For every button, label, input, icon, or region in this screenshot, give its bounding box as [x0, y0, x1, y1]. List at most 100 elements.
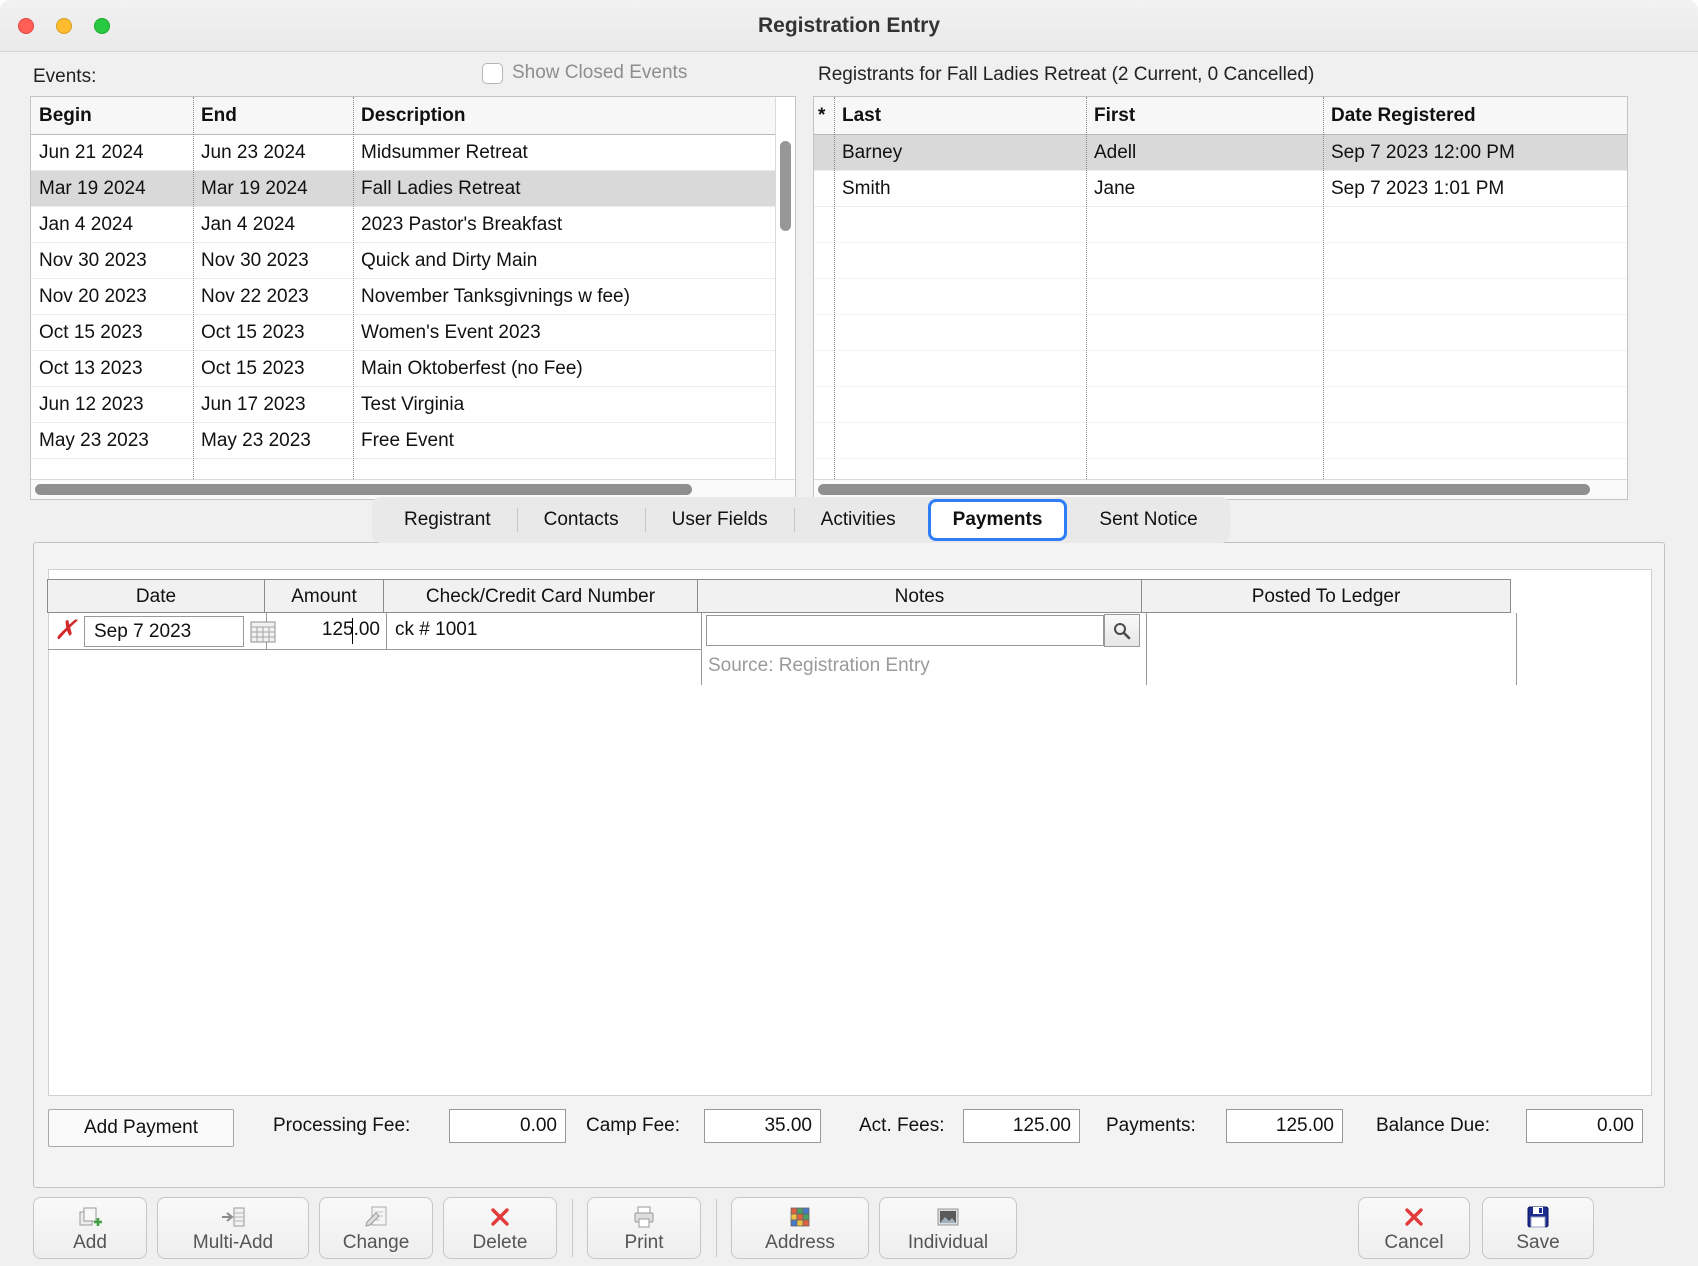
event-begin: Oct 13 2023	[31, 351, 193, 386]
tab-registrant[interactable]: Registrant	[378, 497, 517, 543]
event-row[interactable]: Nov 30 2023 Nov 30 2023 Quick and Dirty …	[31, 243, 795, 279]
registrant-first: Adell	[1086, 135, 1323, 170]
events-vertical-scrollbar[interactable]	[775, 97, 795, 479]
change-icon	[363, 1204, 389, 1230]
event-description: Free Event	[353, 423, 795, 458]
registrant-row-selected[interactable]: Barney Adell Sep 7 2023 12:00 PM	[814, 135, 1627, 171]
registrants-horizontal-scrollbar-thumb[interactable]	[818, 484, 1590, 495]
save-button[interactable]: Save	[1482, 1197, 1594, 1259]
event-row[interactable]: Oct 15 2023 Oct 15 2023 Women's Event 20…	[31, 315, 795, 351]
payments-col-check: Check/Credit Card Number	[383, 579, 698, 613]
details-panel: Date Amount Check/Credit Card Number Not…	[33, 542, 1665, 1188]
payment-check-number-input[interactable]: ck # 1001	[386, 613, 701, 649]
events-col-description[interactable]: Description	[353, 97, 795, 134]
empty-row	[814, 387, 1627, 423]
event-description: Fall Ladies Retreat	[353, 171, 795, 206]
change-button[interactable]: Change	[319, 1197, 433, 1259]
event-row[interactable]: Jun 12 2023 Jun 17 2023 Test Virginia	[31, 387, 795, 423]
registrants-horizontal-scrollbar[interactable]	[814, 479, 1627, 499]
events-vertical-scrollbar-thumb[interactable]	[780, 141, 791, 231]
traffic-lights	[18, 18, 110, 34]
events-col-end[interactable]: End	[193, 97, 353, 134]
event-row[interactable]: Oct 13 2023 Oct 15 2023 Main Oktoberfest…	[31, 351, 795, 387]
registrant-last: Barney	[834, 135, 1086, 170]
payments-col-amount: Amount	[264, 579, 384, 613]
notes-lookup-button[interactable]	[1104, 614, 1140, 647]
multi-add-button[interactable]: Multi-Add	[157, 1197, 309, 1259]
zoom-window-button[interactable]	[94, 18, 110, 34]
registrants-col-date-registered[interactable]: Date Registered	[1323, 97, 1627, 134]
empty-row	[814, 315, 1627, 351]
event-end: Jun 17 2023	[193, 387, 353, 422]
event-begin: Jun 12 2023	[31, 387, 193, 422]
event-end: Oct 15 2023	[193, 351, 353, 386]
registrants-table: * Last First Date Registered Barney Adel…	[813, 96, 1628, 500]
search-icon	[1112, 621, 1132, 641]
print-button[interactable]: Print	[587, 1197, 701, 1259]
events-horizontal-scrollbar[interactable]	[31, 479, 795, 499]
event-row[interactable]: Jun 21 2024 Jun 23 2024 Midsummer Retrea…	[31, 135, 795, 171]
show-closed-events-checkbox[interactable]	[482, 63, 503, 84]
payment-date-input[interactable]: Sep 7 2023	[84, 616, 244, 647]
event-row[interactable]: Jan 4 2024 Jan 4 2024 2023 Pastor's Brea…	[31, 207, 795, 243]
registrants-col-first[interactable]: First	[1086, 97, 1323, 134]
event-end: Mar 19 2024	[193, 171, 353, 206]
event-description: Test Virginia	[353, 387, 795, 422]
minimize-window-button[interactable]	[56, 18, 72, 34]
payment-amount-input[interactable]: 125.00	[266, 613, 386, 649]
event-row-selected[interactable]: Mar 19 2024 Mar 19 2024 Fall Ladies Retr…	[31, 171, 795, 207]
event-description: November Tanksgivnings w fee)	[353, 279, 795, 314]
tab-contacts[interactable]: Contacts	[518, 497, 645, 543]
events-col-begin[interactable]: Begin	[31, 97, 193, 134]
event-row[interactable]: Nov 20 2023 Nov 22 2023 November Tanksgi…	[31, 279, 795, 315]
event-begin: Jan 4 2024	[31, 207, 193, 242]
show-closed-events-label: Show Closed Events	[512, 62, 687, 84]
event-begin: May 23 2023	[31, 423, 193, 458]
events-table: Begin End Description Jun 21 2024 Jun 23…	[30, 96, 796, 500]
registrant-row[interactable]: Smith Jane Sep 7 2023 1:01 PM	[814, 171, 1627, 207]
show-closed-events-control[interactable]: Show Closed Events	[482, 62, 687, 84]
event-end: Oct 15 2023	[193, 315, 353, 350]
event-begin: Nov 30 2023	[31, 243, 193, 278]
delete-payment-row-icon[interactable]: ✗	[54, 615, 77, 647]
delete-button[interactable]: Delete	[443, 1197, 557, 1259]
event-begin: Nov 20 2023	[31, 279, 193, 314]
registrant-last: Smith	[834, 171, 1086, 206]
payments-total-label: Payments:	[1106, 1115, 1196, 1137]
tab-payments[interactable]: Payments	[928, 499, 1068, 541]
registrant-first: Jane	[1086, 171, 1323, 206]
event-description: Quick and Dirty Main	[353, 243, 795, 278]
save-disk-icon	[1525, 1204, 1551, 1230]
events-label: Events:	[33, 66, 96, 88]
registrants-col-star[interactable]: *	[814, 97, 834, 134]
act-fees-label: Act. Fees:	[859, 1115, 945, 1137]
event-row[interactable]: May 23 2023 May 23 2023 Free Event	[31, 423, 795, 459]
registrants-col-last[interactable]: Last	[834, 97, 1086, 134]
toolbar-separator	[716, 1199, 717, 1257]
empty-row	[814, 351, 1627, 387]
close-window-button[interactable]	[18, 18, 34, 34]
tab-sent-notice[interactable]: Sent Notice	[1073, 497, 1223, 543]
events-horizontal-scrollbar-thumb[interactable]	[35, 484, 692, 495]
add-button[interactable]: Add	[33, 1197, 147, 1259]
act-fees-value: 125.00	[963, 1109, 1080, 1143]
tab-activities[interactable]: Activities	[795, 497, 922, 543]
event-end: May 23 2023	[193, 423, 353, 458]
payments-table-header: Date Amount Check/Credit Card Number Not…	[48, 579, 1511, 613]
address-button[interactable]: Address	[731, 1197, 869, 1259]
processing-fee-label: Processing Fee:	[273, 1115, 410, 1137]
event-begin: Jun 21 2024	[31, 135, 193, 170]
add-payment-button[interactable]: Add Payment	[48, 1109, 234, 1147]
camp-fee-value: 35.00	[704, 1109, 821, 1143]
empty-row	[814, 207, 1627, 243]
registration-entry-window: Registration Entry Events: Show Closed E…	[0, 0, 1698, 1266]
tab-user-fields[interactable]: User Fields	[646, 497, 794, 543]
individual-button[interactable]: Individual	[879, 1197, 1017, 1259]
cancel-button[interactable]: Cancel	[1358, 1197, 1470, 1259]
titlebar: Registration Entry	[0, 0, 1698, 52]
empty-row	[814, 243, 1627, 279]
event-end: Jan 4 2024	[193, 207, 353, 242]
event-end: Nov 22 2023	[193, 279, 353, 314]
toolbar-separator	[572, 1199, 573, 1257]
payment-notes-input[interactable]	[706, 615, 1104, 646]
